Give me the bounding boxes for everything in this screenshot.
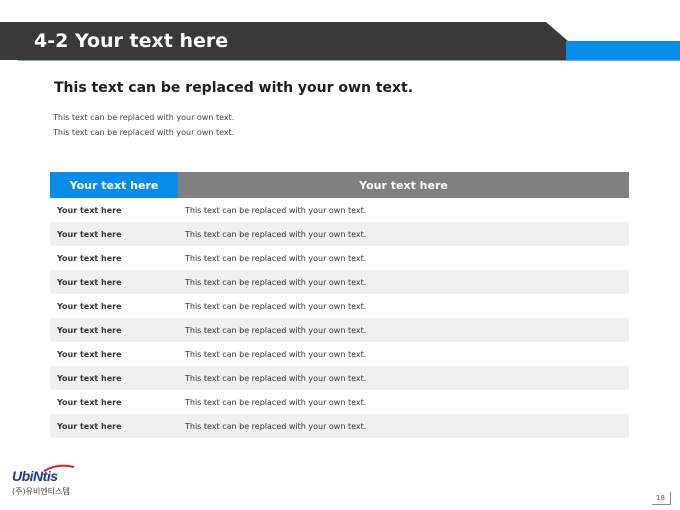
row-text: This text can be replaced with your own … <box>185 325 367 335</box>
row-text: This text can be replaced with your own … <box>185 373 367 383</box>
table-header-row: Your text here Your text here <box>50 172 629 198</box>
row-label: Your text here <box>57 421 122 431</box>
logo-subtext: (주)유비엔티스템 <box>12 487 70 496</box>
table-row: Your text here This text can be replaced… <box>50 366 629 390</box>
table-row: Your text here This text can be replaced… <box>50 342 629 366</box>
row-label: Your text here <box>57 373 122 383</box>
table-row: Your text here This text can be replaced… <box>50 246 629 270</box>
table-row: Your text here This text can be replaced… <box>50 318 629 342</box>
row-label: Your text here <box>57 349 122 359</box>
row-label: Your text here <box>57 205 122 215</box>
slide-subtitle: This text can be replaced with your own … <box>54 80 414 96</box>
table-row: Your text here This text can be replaced… <box>50 390 629 414</box>
table-row: Your text here This text can be replaced… <box>50 294 629 318</box>
page-number: 18 <box>656 494 665 502</box>
row-label: Your text here <box>57 325 122 335</box>
row-label: Your text here <box>57 229 122 239</box>
row-text: This text can be replaced with your own … <box>185 349 367 359</box>
table-row: Your text here This text can be replaced… <box>50 414 629 438</box>
table-header-cell-right: Your text here <box>178 172 629 198</box>
table-row: Your text here This text can be replaced… <box>50 270 629 294</box>
row-label: Your text here <box>57 277 122 287</box>
content-table: Your text here Your text here Your text … <box>50 172 629 438</box>
row-label: Your text here <box>57 253 122 263</box>
body-text-line: This text can be replaced with your own … <box>53 128 235 137</box>
slide-title: 4-2 Your text here <box>34 30 229 52</box>
table-row: Your text here This text can be replaced… <box>50 222 629 246</box>
row-text: This text can be replaced with your own … <box>185 229 367 239</box>
header-underline <box>18 60 680 61</box>
table-header-cell-left: Your text here <box>50 172 178 198</box>
body-text-line: This text can be replaced with your own … <box>53 113 235 122</box>
company-logo: UbiNtis (주)유비엔티스템 <box>12 464 92 500</box>
header-accent-block <box>566 41 680 60</box>
row-label: Your text here <box>57 397 122 407</box>
row-text: This text can be replaced with your own … <box>185 253 367 263</box>
row-text: This text can be replaced with your own … <box>185 205 367 215</box>
table-row: Your text here This text can be replaced… <box>50 198 629 222</box>
logo-wordmark: UbiNtis <box>12 468 58 484</box>
row-text: This text can be replaced with your own … <box>185 397 367 407</box>
row-text: This text can be replaced with your own … <box>185 277 367 287</box>
row-text: This text can be replaced with your own … <box>185 301 367 311</box>
row-label: Your text here <box>57 301 122 311</box>
row-text: This text can be replaced with your own … <box>185 421 367 431</box>
